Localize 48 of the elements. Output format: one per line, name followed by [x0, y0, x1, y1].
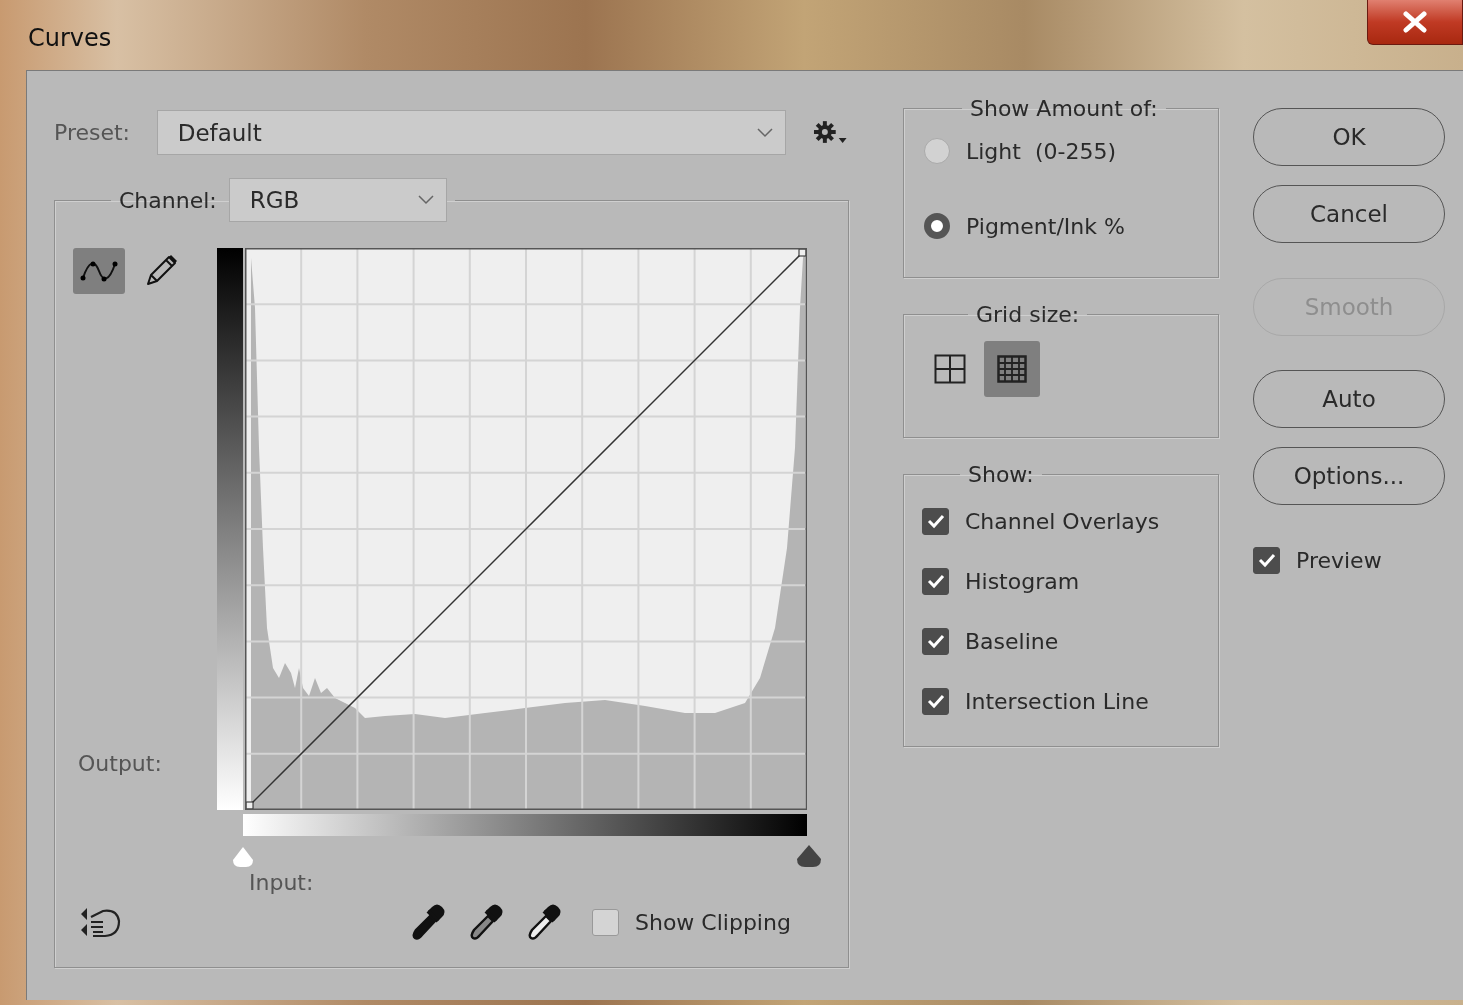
checkbox[interactable]	[922, 627, 949, 655]
radio-button[interactable]	[924, 138, 950, 164]
preset-dropdown[interactable]: Default	[156, 110, 787, 155]
channel-dropdown[interactable]: RGB	[228, 178, 447, 222]
group-title: Grid size:	[976, 302, 1080, 327]
curve-tool-button[interactable]	[73, 248, 125, 294]
show-clipping-label: Show Clipping	[635, 909, 791, 935]
eyedropper-icon[interactable]	[410, 903, 446, 941]
checkbox-label: Channel Overlays	[965, 508, 1160, 534]
checkbox-label: Intersection Line	[965, 688, 1149, 714]
chevron-icon	[417, 195, 434, 205]
input-slider-handle[interactable]	[796, 844, 822, 868]
radio-label: Pigment/Ink %	[966, 213, 1125, 239]
output-label: Output:	[78, 751, 163, 776]
input-label: Input:	[249, 870, 314, 895]
grid-icon	[997, 355, 1027, 383]
preset-label: Preset:	[54, 120, 131, 145]
dialog-button[interactable]: OK	[1253, 108, 1445, 166]
check-icon	[926, 573, 945, 589]
channel-label: Channel:	[119, 187, 217, 213]
close-icon	[1402, 11, 1428, 33]
preview-label: Preview	[1296, 547, 1382, 573]
window-title: Curves	[28, 24, 112, 52]
group-title: Show:	[968, 462, 1034, 487]
check-icon	[926, 693, 945, 709]
checkbox[interactable]	[922, 507, 949, 535]
grid-icon	[934, 354, 966, 384]
dialog-button[interactable]: Options...	[1253, 447, 1445, 505]
preview-checkbox[interactable]	[1253, 546, 1280, 574]
detailed-grid-button[interactable]	[984, 341, 1040, 397]
check-icon	[926, 633, 945, 649]
checkbox[interactable]	[922, 687, 949, 715]
dialog-button[interactable]: Auto	[1253, 370, 1445, 428]
show-clipping-checkbox[interactable]	[592, 908, 619, 936]
chevron-icon	[757, 127, 774, 138]
input-slider-handle[interactable]	[232, 846, 254, 868]
check-icon	[926, 513, 945, 529]
checkbox[interactable]	[922, 567, 949, 595]
check-icon	[1257, 552, 1276, 568]
checkbox-label: Histogram	[965, 568, 1080, 594]
checkbox-label: Baseline	[965, 628, 1059, 654]
close-button[interactable]	[1367, 0, 1463, 45]
dialog-button[interactable]: Cancel	[1253, 185, 1445, 243]
eyedropper-icon[interactable]	[526, 903, 562, 941]
radio-button[interactable]	[924, 213, 950, 239]
eyedropper-icon[interactable]	[468, 903, 504, 941]
group-title: Show Amount of:	[970, 96, 1158, 121]
radio-label: Light (0-255)	[966, 138, 1116, 164]
